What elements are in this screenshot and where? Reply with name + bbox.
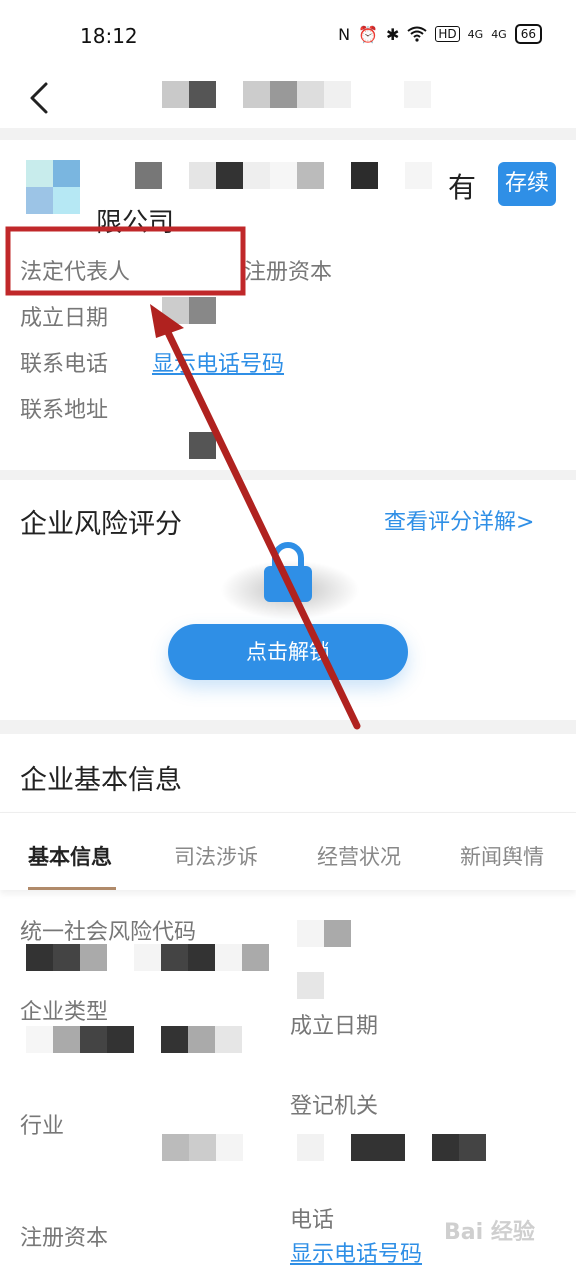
status-time: 18:12 [80, 24, 138, 48]
credit-code-value-redacted [26, 944, 269, 971]
reg-authority-value-redacted [297, 1134, 486, 1161]
watermark: Bai 经验 [444, 1220, 535, 1245]
industry-value-redacted [162, 1134, 243, 1161]
status-badge: 存续 [498, 162, 556, 206]
right-col-redacted-1 [297, 920, 351, 947]
wifi-icon [407, 26, 428, 42]
nav-title-redacted-2 [404, 81, 431, 108]
show-phone-link[interactable]: 显示电话号码 [152, 346, 284, 378]
founded-value-redacted [162, 297, 216, 324]
tab-operations[interactable]: 经营状况 [317, 841, 401, 871]
risk-score-card: 企业风险评分 查看评分详解> 点击解锁 [0, 480, 576, 720]
battery-icon: 66 [514, 24, 542, 44]
founded-label: 成立日期 [20, 306, 109, 331]
back-icon[interactable] [26, 78, 56, 118]
signal-icon-2: 4G [491, 27, 507, 41]
hd-icon: HD [435, 26, 460, 42]
founded-field-label: 成立日期 [290, 1014, 379, 1039]
legal-rep-label: 法定代表人 [20, 260, 131, 285]
active-tab-indicator [28, 887, 116, 890]
nav-title-redacted [162, 81, 351, 108]
show-phone-link-2[interactable]: 显示电话号码 [290, 1236, 422, 1268]
risk-section-title: 企业风险评分 [20, 509, 182, 540]
company-type-value-redacted [26, 1026, 242, 1053]
signal-icon-1: 4G [467, 27, 484, 41]
lock-icon [264, 542, 312, 602]
company-info-card: 有 存续 限公司 法定代表人 注册资本 成立日期 联系电话 显示电话号码 联系地… [0, 140, 576, 470]
company-type-label: 企业类型 [20, 1000, 109, 1025]
company-name-line2: 限公司 [96, 208, 175, 238]
company-name-redacted [135, 162, 432, 189]
nav-bar [0, 70, 576, 128]
reg-authority-label: 登记机关 [290, 1094, 379, 1119]
basic-info-card: 企业基本信息 基本信息 司法涉诉 经营状况 新闻舆情 统一社会风险代码 企业类型… [0, 734, 576, 1280]
reg-capital-label: 注册资本 [244, 260, 333, 285]
phone-field-label: 电话 [290, 1208, 335, 1233]
address-value-redacted [189, 432, 216, 459]
tab-news[interactable]: 新闻舆情 [460, 841, 544, 871]
company-name-tail: 有 [448, 171, 477, 204]
nfc-icon: N [338, 24, 351, 44]
risk-detail-link[interactable]: 查看评分详解> [384, 504, 534, 536]
industry-label: 行业 [20, 1114, 65, 1139]
alarm-icon: ⏰ [358, 24, 378, 44]
bluetooth-icon: ✱ [385, 24, 400, 44]
address-label: 联系地址 [20, 398, 109, 423]
phone-label: 联系电话 [20, 352, 109, 377]
basic-section-title: 企业基本信息 [20, 765, 182, 796]
tab-judicial[interactable]: 司法涉诉 [174, 841, 258, 871]
status-icons: N ⏰ ✱ HD 4G 4G 66 [338, 24, 542, 44]
tab-basic-info[interactable]: 基本信息 [28, 841, 112, 871]
unlock-button[interactable]: 点击解锁 [168, 624, 408, 680]
info-tabs: 基本信息 司法涉诉 经营状况 新闻舆情 [0, 812, 576, 890]
reg-capital-field-label: 注册资本 [20, 1226, 109, 1251]
right-col-redacted-2 [297, 972, 324, 999]
status-bar: 18:12 N ⏰ ✱ HD 4G 4G 66 [0, 0, 576, 70]
company-logo [26, 160, 80, 214]
credit-code-label: 统一社会风险代码 [20, 920, 197, 945]
